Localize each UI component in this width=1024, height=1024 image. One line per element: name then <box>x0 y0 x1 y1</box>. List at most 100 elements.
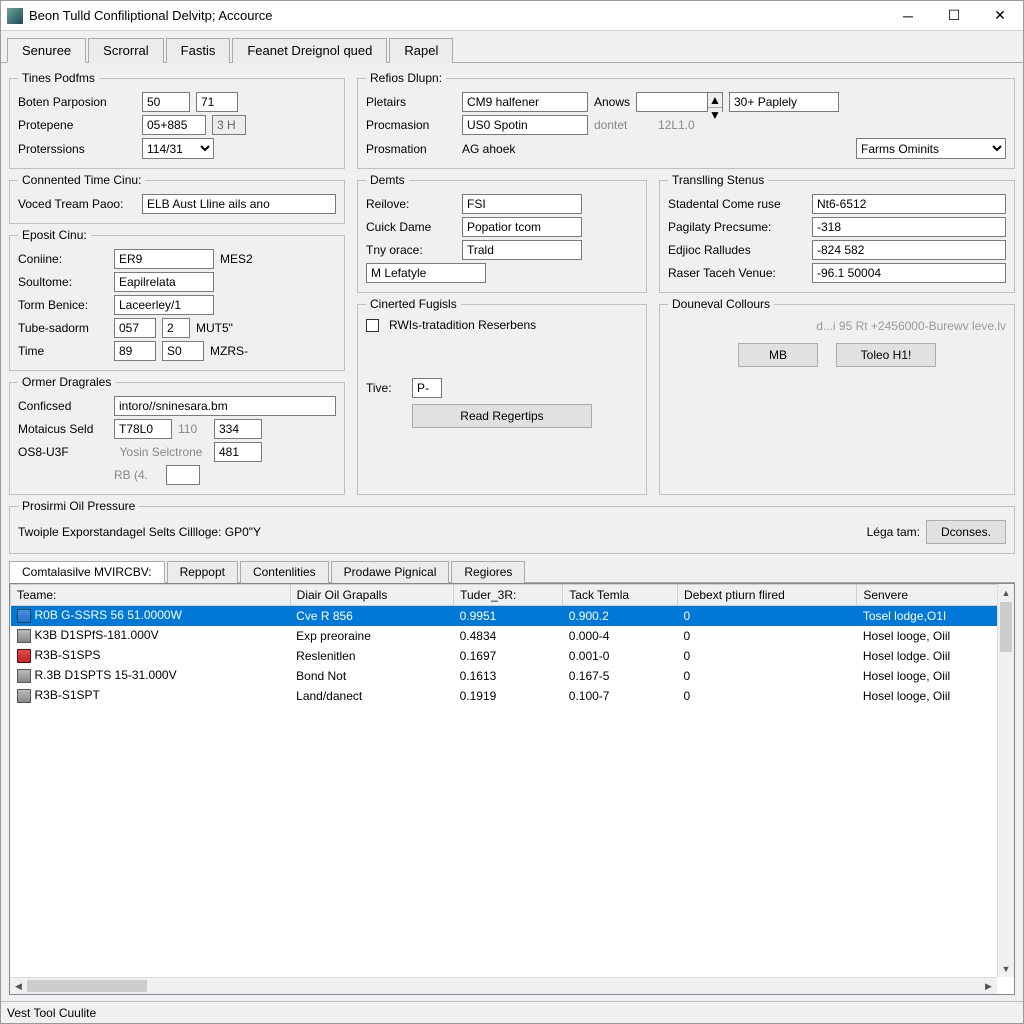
input-mlefa[interactable] <box>366 263 486 283</box>
label-anows: Anows <box>594 95 630 109</box>
input-tny[interactable] <box>462 240 582 260</box>
maximize-button[interactable]: ☐ <box>931 1 977 31</box>
scroll-left-icon[interactable]: ◀ <box>10 978 27 994</box>
ttab-comtalasilve[interactable]: Comtalasilve MVIRCBV: <box>9 561 165 583</box>
input-protepene-a[interactable] <box>142 115 206 135</box>
label-soultome: Soultome: <box>18 275 108 289</box>
select-farms-omints[interactable]: Farms Ominits <box>856 138 1006 159</box>
minimize-button[interactable]: ─ <box>885 1 931 31</box>
cell: 0.9951 <box>454 606 563 626</box>
scroll-up-icon[interactable]: ▲ <box>998 584 1014 601</box>
col-3[interactable]: Tack Temla <box>563 585 678 606</box>
cell: 0.167-5 <box>563 666 678 686</box>
col-0[interactable]: Teame: <box>11 585 291 606</box>
input-raser[interactable] <box>812 263 1006 283</box>
table-row[interactable]: R3B-S1SPSReslenitlen0.16970.001-00Hosel … <box>11 646 1014 666</box>
cell: Hosel looge, Oiil <box>857 626 1014 646</box>
hint-douneval: d...i 95 Rt +2456000-Burewv leve.lv <box>668 319 1006 333</box>
input-motaicus-a[interactable] <box>114 419 172 439</box>
ttab-reppopt[interactable]: Reppopt <box>167 561 238 583</box>
cell: Cve R 856 <box>290 606 453 626</box>
main-tabstrip: Senuree Scrorral Fastis Feanet Dreignol … <box>1 31 1023 63</box>
tab-rapel[interactable]: Rapel <box>389 38 453 63</box>
label-voced: Voced Tream Paoo: <box>18 197 136 211</box>
input-torm-benice[interactable] <box>114 295 214 315</box>
col-2[interactable]: Tuder_3R: <box>454 585 563 606</box>
tab-senuree[interactable]: Senuree <box>7 38 86 63</box>
label-os8: OS8-U3F <box>18 445 108 459</box>
input-voced[interactable] <box>142 194 336 214</box>
col-4[interactable]: Debext ptiurn flired <box>678 585 857 606</box>
button-toleo[interactable]: Toleo H1! <box>836 343 936 367</box>
input-soultome[interactable] <box>114 272 214 292</box>
cell: Reslenitlen <box>290 646 453 666</box>
results-table-wrap: Teame:Diair Oil GrapallsTuder_3R:Tack Te… <box>9 583 1015 995</box>
tab-scrorral[interactable]: Scrorral <box>88 38 164 63</box>
ttab-prodawe[interactable]: Prodawe Pignical <box>331 561 450 583</box>
input-tube-b[interactable] <box>162 318 190 338</box>
input-anows[interactable] <box>636 92 708 112</box>
table-row[interactable]: R.3B D1SPTS 15-31.000VBond Not0.16130.16… <box>11 666 1014 686</box>
button-read-regertips[interactable]: Read Regertips <box>412 404 592 428</box>
col-1[interactable]: Diair Oil Grapalls <box>290 585 453 606</box>
horizontal-scrollbar[interactable]: ◀ ▶ <box>10 977 997 994</box>
input-tive[interactable] <box>412 378 442 398</box>
tab-feanet[interactable]: Feanet Dreignol qued <box>232 38 387 63</box>
col-5[interactable]: Senvere <box>857 585 1014 606</box>
input-cuick[interactable] <box>462 217 582 237</box>
input-conficsed[interactable] <box>114 396 336 416</box>
ttab-regiores[interactable]: Regiores <box>451 561 525 583</box>
input-time-a[interactable] <box>114 341 156 361</box>
cell: 0.1919 <box>454 686 563 706</box>
group-eposit: Eposit Cinu: Coniine: MES2 Soultome: Tor… <box>9 228 345 371</box>
checkbox-rwis[interactable] <box>366 319 379 332</box>
spinner-anows[interactable]: ▲▼ <box>636 92 723 112</box>
input-yosn[interactable] <box>214 442 262 462</box>
input-procmasion[interactable] <box>462 115 588 135</box>
input-rb[interactable] <box>166 465 200 485</box>
input-time-b[interactable] <box>162 341 204 361</box>
close-button[interactable]: ✕ <box>977 1 1023 31</box>
input-boten-b[interactable] <box>196 92 238 112</box>
input-pagilaty[interactable] <box>812 217 1006 237</box>
group-demts: Demts Reilove: Cuick Dame Tny orace: <box>357 173 647 293</box>
scroll-h-thumb[interactable] <box>27 980 147 992</box>
input-boten-a[interactable] <box>142 92 190 112</box>
label-pletairs: Pletairs <box>366 95 456 109</box>
label-cuick: Cuick Dame <box>366 220 456 234</box>
row-icon <box>17 609 31 623</box>
scroll-down-icon[interactable]: ▼ <box>998 960 1014 977</box>
scroll-v-thumb[interactable] <box>1000 602 1012 652</box>
button-dconses[interactable]: Dconses. <box>926 520 1006 544</box>
label-proterssions: Proterssions <box>18 142 136 156</box>
cell: R3B-S1SPS <box>11 646 291 666</box>
cell: 0 <box>678 666 857 686</box>
input-edjioc[interactable] <box>812 240 1006 260</box>
scroll-right-icon[interactable]: ▶ <box>980 978 997 994</box>
input-motaicus-c[interactable] <box>214 419 262 439</box>
value-prosmation: AG ahoek <box>462 142 588 156</box>
select-proterssions[interactable]: 114/31 <box>142 138 214 159</box>
input-reifove[interactable] <box>462 194 582 214</box>
status-text: Vest Tool Cuulite <box>7 1006 96 1020</box>
legend-eposit: Eposit Cinu: <box>18 228 91 242</box>
tab-fastis[interactable]: Fastis <box>166 38 231 63</box>
table-row[interactable]: K3B D1SPfS-181.000VExp preoraine0.48340.… <box>11 626 1014 646</box>
input-pletairs[interactable] <box>462 92 588 112</box>
table-row[interactable]: R0B G-SSRS 56 51.0000WCve R 8560.99510.9… <box>11 606 1014 626</box>
label-lega-tam: Léga tam: <box>867 525 920 539</box>
label-coniine: Coniine: <box>18 252 108 266</box>
ttab-contenlities[interactable]: Contenlities <box>240 561 329 583</box>
input-stadental[interactable] <box>812 194 1006 214</box>
button-mb[interactable]: MB <box>738 343 818 367</box>
cell: R0B G-SSRS 56 51.0000W <box>11 606 291 626</box>
input-coniine[interactable] <box>114 249 214 269</box>
cell: Hosel lodge. Oiil <box>857 646 1014 666</box>
legend-tines: Tines Podfms <box>18 71 99 85</box>
table-row[interactable]: R3B-S1SPTLand/danect0.19190.100-70Hosel … <box>11 686 1014 706</box>
input-paplely[interactable] <box>729 92 839 112</box>
table-tabstrip: Comtalasilve MVIRCBV: Reppopt Contenliti… <box>9 560 1015 583</box>
group-tines-podfms: Tines Podfms Boten Parposion Protepene P… <box>9 71 345 169</box>
input-tube-a[interactable] <box>114 318 156 338</box>
vertical-scrollbar[interactable]: ▲ ▼ <box>997 584 1014 977</box>
